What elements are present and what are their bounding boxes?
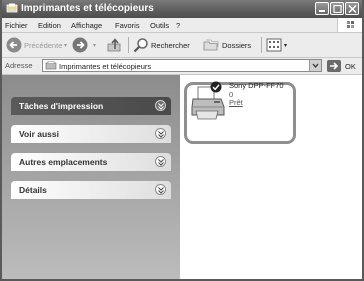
task-pane: Tâches d'impression Voir aussi Autres em… xyxy=(2,75,180,279)
panel-details[interactable]: Détails xyxy=(11,181,171,199)
back-arrow-icon xyxy=(6,37,22,53)
window-title: Imprimantes et télécopieurs xyxy=(21,3,154,14)
search-label: Rechercher xyxy=(151,41,190,50)
panel-see-also[interactable]: Voir aussi xyxy=(11,125,171,143)
panel-print-tasks[interactable]: Tâches d'impression xyxy=(11,97,171,115)
printer-folder-small-icon xyxy=(45,61,57,70)
go-label[interactable]: OK xyxy=(345,62,356,71)
explorer-window: Imprimantes et télécopieurs Fichier Edit… xyxy=(0,0,364,281)
panel-title: Voir aussi xyxy=(19,129,59,139)
folders-label: Dossiers xyxy=(222,41,252,50)
views-icon xyxy=(266,38,282,52)
printer-status: Prêt xyxy=(229,98,243,107)
menu-help[interactable]: ? xyxy=(176,21,180,30)
panel-title: Autres emplacements xyxy=(19,157,108,167)
address-value: Imprimantes et télécopieurs xyxy=(59,62,152,71)
windows-flag-icon xyxy=(347,21,354,28)
double-chevron-icon[interactable] xyxy=(155,184,166,195)
go-arrow-icon xyxy=(330,62,339,70)
double-chevron-icon[interactable] xyxy=(155,128,166,139)
minimize-icon xyxy=(319,10,325,12)
close-button[interactable] xyxy=(345,2,359,15)
maximize-button[interactable] xyxy=(330,2,344,15)
toolbar-separator xyxy=(128,37,129,53)
magnifier-icon xyxy=(133,38,148,53)
address-field[interactable]: Imprimantes et télécopieurs xyxy=(42,59,322,72)
back-dropdown-icon[interactable]: ▾ xyxy=(64,42,67,49)
address-bar: Adresse Imprimantes et télécopieurs OK xyxy=(2,58,362,75)
toolbar-separator xyxy=(261,37,262,53)
printer-item[interactable]: Sony DPP-FF70 0 Prêt xyxy=(180,75,300,135)
menu-affichage[interactable]: Affichage xyxy=(71,21,102,30)
search-button[interactable]: Rechercher xyxy=(133,36,197,54)
printer-folder-icon xyxy=(6,3,18,13)
go-button[interactable] xyxy=(327,60,341,72)
back-button[interactable]: Précédente xyxy=(6,36,62,54)
windows-logo xyxy=(337,18,362,32)
panel-title: Tâches d'impression xyxy=(19,101,104,111)
forward-button[interactable] xyxy=(72,36,92,54)
folder-up-icon xyxy=(107,38,121,52)
views-button[interactable]: ▾ xyxy=(266,36,290,54)
default-check-icon xyxy=(210,81,222,93)
double-chevron-icon[interactable] xyxy=(155,100,166,111)
forward-arrow-icon xyxy=(72,37,88,53)
forward-dropdown-icon[interactable]: ▾ xyxy=(93,42,96,49)
toolbar: Précédente ▾ ▾ Rechercher Dossiers ▾ xyxy=(2,33,362,58)
up-folder-button[interactable] xyxy=(106,36,124,54)
folders-icon xyxy=(203,39,219,51)
views-dropdown-icon: ▾ xyxy=(284,43,288,49)
menu-outils[interactable]: Outils xyxy=(150,21,169,30)
chevron-down-icon xyxy=(312,63,319,69)
double-chevron-icon[interactable] xyxy=(155,156,166,167)
menu-edition[interactable]: Edition xyxy=(38,21,61,30)
maximize-icon xyxy=(333,5,342,13)
back-label: Précédente xyxy=(24,41,63,50)
close-icon xyxy=(348,5,357,13)
address-label: Adresse xyxy=(5,61,33,70)
title-bar[interactable]: Imprimantes et télécopieurs xyxy=(2,0,362,18)
panel-other-places[interactable]: Autres emplacements xyxy=(11,153,171,171)
printer-name: Sony DPP-FF70 xyxy=(229,81,284,90)
menu-bar: Fichier Edition Affichage Favoris Outils… xyxy=(2,18,362,33)
content-area: Sony DPP-FF70 0 Prêt xyxy=(180,75,362,279)
minimize-button[interactable] xyxy=(315,2,329,15)
folders-button[interactable]: Dossiers xyxy=(203,36,259,54)
panel-title: Détails xyxy=(19,185,47,195)
address-dropdown-button[interactable] xyxy=(309,60,321,71)
menu-fichier[interactable]: Fichier xyxy=(5,21,28,30)
menu-favoris[interactable]: Favoris xyxy=(115,21,140,30)
